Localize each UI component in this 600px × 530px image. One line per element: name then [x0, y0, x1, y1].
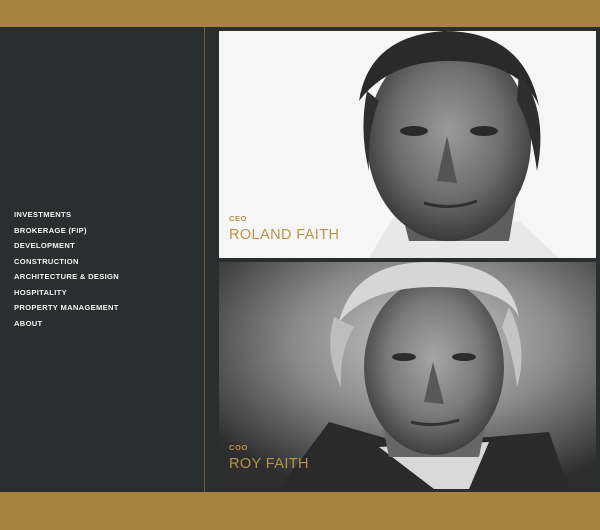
nav-link-architecture-design[interactable]: ARCHITECTURE & DESIGN	[14, 272, 119, 281]
nav-item-brokerage: BROKERAGE (FIP)	[14, 221, 119, 237]
nav-link-hospitality[interactable]: HOSPITALITY	[14, 288, 67, 297]
nav-link-brokerage[interactable]: BROKERAGE (FIP)	[14, 226, 87, 235]
nav-item-construction: CONSTRUCTION	[14, 252, 119, 268]
main-navigation: INVESTMENTS BROKERAGE (FIP) DEVELOPMENT …	[14, 205, 119, 329]
nav-item-hospitality: HOSPITALITY	[14, 283, 119, 299]
nav-item-about: ABOUT	[14, 314, 119, 330]
nav-link-investments[interactable]: INVESTMENTS	[14, 210, 71, 219]
nav-item-property-management: PROPERTY MANAGEMENT	[14, 298, 119, 314]
coo-caption: COO ROY FAITH	[229, 443, 309, 472]
nav-item-architecture-design: ARCHITECTURE & DESIGN	[14, 267, 119, 283]
profile-card-coo[interactable]: COO ROY FAITH	[219, 262, 596, 489]
coo-role-label: COO	[229, 443, 248, 452]
coo-name[interactable]: ROY FAITH	[229, 456, 309, 472]
main-stage: INVESTMENTS BROKERAGE (FIP) DEVELOPMENT …	[0, 27, 600, 492]
nav-item-development: DEVELOPMENT	[14, 236, 119, 252]
nav-item-investments: INVESTMENTS	[14, 205, 119, 221]
ceo-caption: CEO ROLAND FAITH	[229, 214, 339, 243]
nav-link-construction[interactable]: CONSTRUCTION	[14, 257, 79, 266]
nav-link-about[interactable]: ABOUT	[14, 319, 43, 328]
ceo-name[interactable]: ROLAND FAITH	[229, 227, 339, 243]
sidebar-divider	[204, 27, 205, 492]
profile-card-ceo[interactable]: CEO ROLAND FAITH	[219, 31, 596, 258]
top-gold-band	[0, 0, 600, 27]
ceo-role-label: CEO	[229, 214, 248, 223]
sidebar: INVESTMENTS BROKERAGE (FIP) DEVELOPMENT …	[0, 27, 204, 492]
nav-link-development[interactable]: DEVELOPMENT	[14, 241, 75, 250]
nav-link-property-management[interactable]: PROPERTY MANAGEMENT	[14, 303, 119, 312]
bottom-gold-band	[0, 492, 600, 530]
